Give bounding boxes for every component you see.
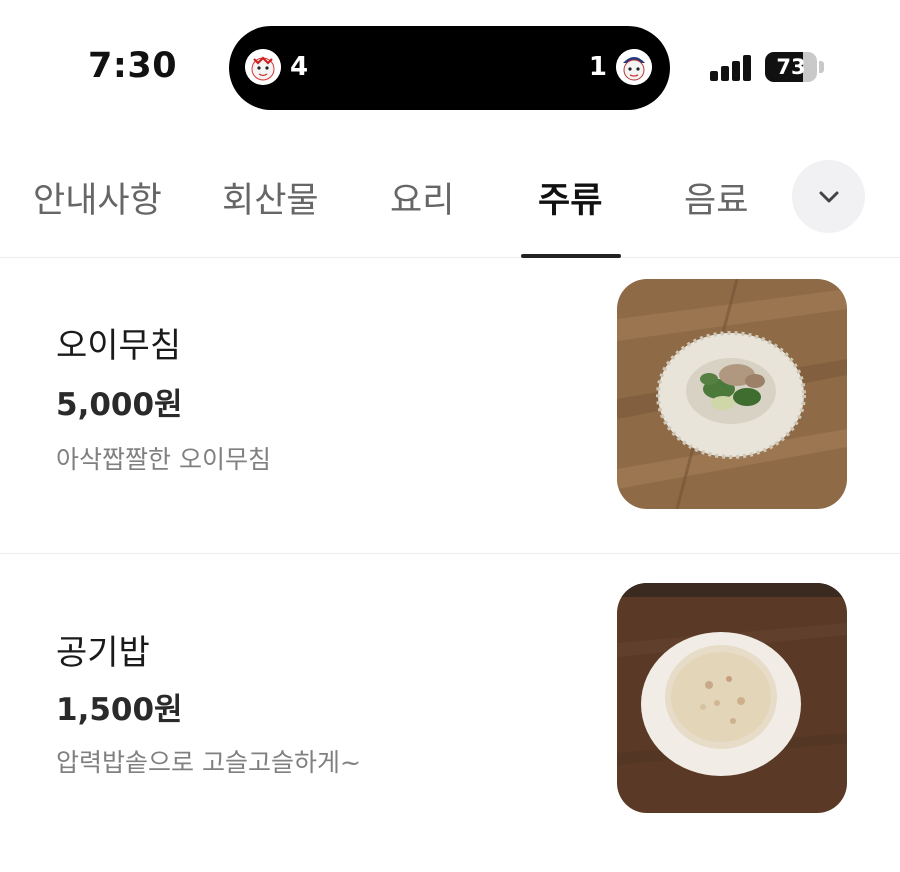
away-team-mascot-icon [616, 49, 652, 85]
menu-item-description: 압력밥솥으로 고슬고슬하게~ [56, 748, 361, 777]
rice-bowl-photo[interactable] [617, 583, 847, 813]
chevron-down-icon [819, 191, 838, 202]
home-score: 4 [290, 52, 309, 82]
tab-notice[interactable]: 안내사항 [33, 172, 162, 223]
tab-seafood[interactable]: 회산물 [222, 172, 319, 223]
tab-beverages[interactable]: 음료 [684, 172, 748, 223]
cellular-signal-icon [710, 55, 752, 81]
home-team-mascot-icon [245, 49, 281, 85]
status-bar: 7:30 4 1 73 [0, 0, 900, 130]
menu-item-name: 공기밥 [56, 633, 150, 673]
cucumber-salad-photo[interactable] [617, 279, 847, 509]
more-categories-button[interactable] [792, 160, 865, 233]
battery-cap [819, 61, 824, 73]
clock-time: 7:30 [88, 46, 178, 86]
tab-dishes[interactable]: 요리 [390, 172, 454, 223]
menu-item-name: 오이무침 [56, 326, 182, 366]
menu-item-price: 1,500원 [56, 692, 183, 728]
battery-icon: 73 [765, 52, 817, 82]
menu-item[interactable]: 오이무침 5,000원 아삭짭짤한 오이무침 [0, 258, 900, 554]
menu-item[interactable]: 공기밥 1,500원 압력밥솥으로 고슬고슬하게~ [0, 555, 900, 851]
menu-item-price: 5,000원 [56, 387, 183, 423]
menu-item-description: 아삭짭짤한 오이무침 [56, 445, 271, 474]
tab-alcohol[interactable]: 주류 [538, 172, 602, 223]
battery-percent: 73 [776, 55, 806, 79]
away-score: 1 [588, 52, 607, 82]
category-tab-bar: 안내사항 회산물 요리 주류 음료 [0, 130, 900, 258]
live-activity-island[interactable]: 4 1 [229, 26, 670, 110]
